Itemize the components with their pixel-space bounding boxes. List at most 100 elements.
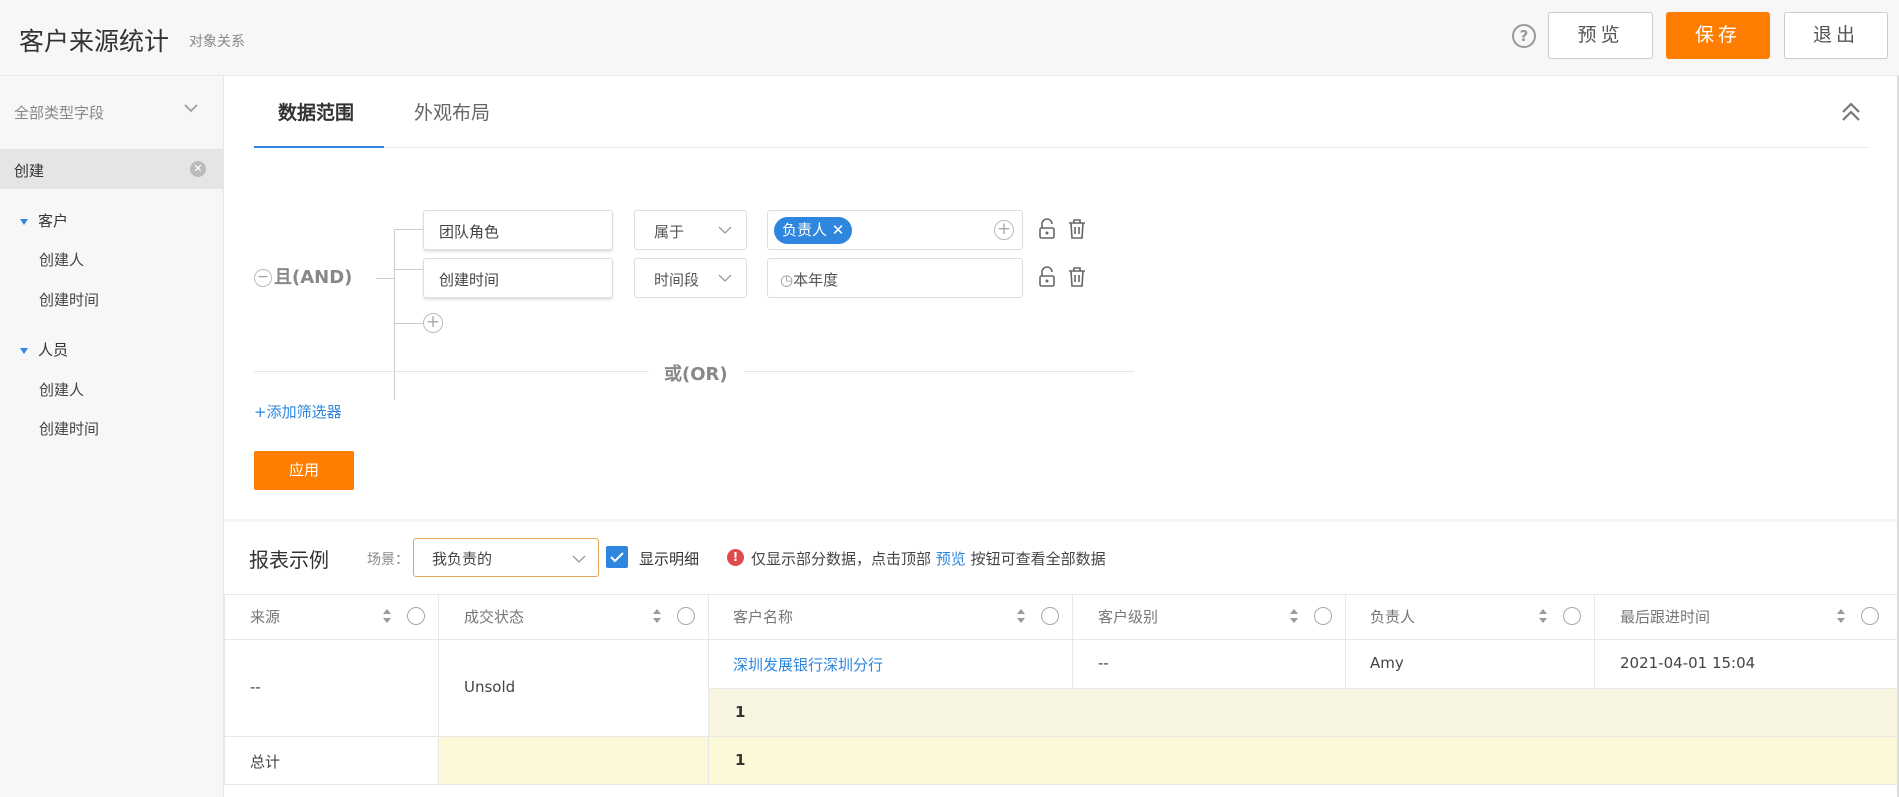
check-icon bbox=[610, 552, 624, 563]
field-sidebar: 全部类型字段 创建 ✕ 客户 创建人 创建时间 人员 创建人 创建时间 bbox=[0, 76, 224, 797]
value-tag: 负责人 ✕ bbox=[774, 217, 853, 244]
scene-select[interactable]: 我负责的 bbox=[413, 538, 599, 577]
sort-icon[interactable] bbox=[1016, 608, 1026, 624]
config-panel: 数据范围 外观布局 − 且(AND) 团队角色 属于 负责人 ✕ + 创建时间 时… bbox=[224, 76, 1899, 519]
column-menu-icon[interactable] bbox=[1563, 607, 1581, 625]
field-item[interactable]: 创建时间 bbox=[39, 418, 99, 439]
column-menu-icon[interactable] bbox=[1861, 607, 1879, 625]
delete-icon[interactable] bbox=[1067, 266, 1087, 288]
and-text: 且(AND) bbox=[274, 267, 353, 288]
column-header-owner[interactable]: 负责人 bbox=[1370, 606, 1415, 627]
grid-line bbox=[708, 688, 1899, 689]
chevron-down-icon bbox=[572, 555, 586, 563]
condition-field-select[interactable]: 团队角色 bbox=[423, 210, 613, 250]
save-button[interactable]: 保存 bbox=[1666, 12, 1770, 59]
group-label: 客户 bbox=[38, 212, 69, 230]
grid-line bbox=[224, 784, 1899, 785]
unlock-icon[interactable] bbox=[1037, 266, 1057, 288]
group-staff[interactable]: 人员 bbox=[20, 339, 68, 360]
sort-icon[interactable] bbox=[652, 608, 662, 624]
sort-icon[interactable] bbox=[1538, 608, 1548, 624]
tab-appearance[interactable]: 外观布局 bbox=[414, 98, 490, 125]
column-menu-icon[interactable] bbox=[407, 607, 425, 625]
clock-icon: ◷ bbox=[780, 271, 794, 289]
condition-field-select[interactable]: 创建时间 bbox=[423, 258, 613, 298]
column-menu-icon[interactable] bbox=[1041, 607, 1059, 625]
total-row-bg bbox=[438, 736, 1899, 784]
subtotal-value: 1 bbox=[735, 703, 746, 721]
condition-value-input[interactable]: 负责人 ✕ + bbox=[767, 210, 1023, 250]
grid-line bbox=[224, 736, 1899, 737]
field-item[interactable]: 创建时间 bbox=[39, 289, 99, 310]
notice-text: 仅显示部分数据，点击顶部 预览 按钮可查看全部数据 bbox=[751, 548, 1106, 569]
collapse-up-icon[interactable] bbox=[1840, 100, 1862, 124]
field-item[interactable]: 创建人 bbox=[39, 249, 84, 270]
group-customer[interactable]: 客户 bbox=[20, 210, 68, 231]
remove-tag-icon[interactable]: ✕ bbox=[832, 221, 845, 239]
active-tab-indicator bbox=[254, 146, 384, 148]
chevron-down-icon[interactable] bbox=[183, 100, 199, 116]
remove-group-icon[interactable]: − bbox=[254, 269, 272, 287]
add-value-icon[interactable]: + bbox=[994, 220, 1014, 240]
condition-operator-select[interactable]: 属于 bbox=[634, 210, 747, 250]
delete-icon[interactable] bbox=[1067, 218, 1087, 240]
operator-value: 属于 bbox=[654, 223, 685, 241]
scene-label: 场景： bbox=[367, 552, 409, 568]
bracket-line bbox=[394, 323, 424, 324]
clear-icon[interactable]: ✕ bbox=[190, 161, 206, 177]
chevron-down-icon bbox=[718, 226, 732, 234]
grid-line bbox=[1072, 594, 1073, 688]
condition-operator-select[interactable]: 时间段 bbox=[634, 258, 747, 298]
exit-button[interactable]: 退出 bbox=[1784, 12, 1888, 59]
cell-customer-link[interactable]: 深圳发展银行深圳分行 bbox=[733, 654, 883, 675]
sort-icon[interactable] bbox=[1289, 608, 1299, 624]
field-search-input[interactable]: 创建 ✕ bbox=[0, 149, 224, 189]
operator-value: 时间段 bbox=[654, 271, 700, 289]
and-group-label: − 且(AND) bbox=[254, 263, 352, 289]
notice-prefix: 仅显示部分数据，点击顶部 bbox=[751, 550, 932, 568]
bracket-line bbox=[376, 278, 394, 279]
preview-button[interactable]: 预览 bbox=[1548, 12, 1653, 59]
column-header-customer[interactable]: 客户名称 bbox=[733, 606, 793, 627]
total-value: 1 bbox=[735, 751, 746, 769]
column-header-source[interactable]: 来源 bbox=[250, 606, 280, 627]
unlock-icon[interactable] bbox=[1037, 218, 1057, 240]
column-header-status[interactable]: 成交状态 bbox=[464, 606, 524, 627]
total-label: 总计 bbox=[250, 753, 281, 771]
time-range-value: 本年度 bbox=[793, 271, 839, 289]
report-preview: 报表示例 场景： 我负责的 显示明细 ! 仅显示部分数据，点击顶部 预览 按钮可… bbox=[224, 522, 1899, 797]
field-type-select[interactable]: 全部类型字段 bbox=[14, 102, 104, 123]
cell-last-follow: 2021-04-01 15:04 bbox=[1620, 654, 1756, 672]
column-header-last-follow[interactable]: 最后跟进时间 bbox=[1620, 606, 1710, 627]
cell-source: -- bbox=[250, 678, 261, 696]
divider bbox=[744, 371, 1134, 372]
grid-line bbox=[438, 594, 439, 784]
column-menu-icon[interactable] bbox=[1314, 607, 1332, 625]
chevron-down-icon bbox=[718, 274, 732, 282]
grid-line bbox=[1345, 594, 1346, 688]
add-condition-icon[interactable]: + bbox=[423, 313, 443, 333]
help-icon[interactable]: ? bbox=[1512, 24, 1536, 48]
show-detail-checkbox[interactable] bbox=[606, 546, 628, 568]
tab-data-range[interactable]: 数据范围 bbox=[278, 98, 354, 125]
condition-value-input[interactable]: ◷本年度 bbox=[767, 258, 1023, 298]
subtotal-row-bg bbox=[708, 688, 1899, 736]
grid-line bbox=[708, 594, 709, 784]
grid-line bbox=[224, 639, 1899, 640]
tab-bar: 数据范围 外观布局 bbox=[254, 76, 1869, 148]
column-menu-icon[interactable] bbox=[677, 607, 695, 625]
cell-owner: Amy bbox=[1370, 654, 1404, 672]
apply-button[interactable]: 应用 bbox=[254, 451, 354, 490]
caret-down-icon bbox=[20, 347, 28, 354]
cell-level: -- bbox=[1098, 654, 1109, 672]
sort-icon[interactable] bbox=[382, 608, 392, 624]
caret-down-icon bbox=[20, 218, 28, 225]
field-item[interactable]: 创建人 bbox=[39, 379, 84, 400]
tag-label: 负责人 bbox=[782, 221, 828, 239]
notice-preview-link[interactable]: 预览 bbox=[936, 550, 966, 568]
bracket-line bbox=[394, 229, 424, 230]
column-header-level[interactable]: 客户级别 bbox=[1098, 606, 1158, 627]
sort-icon[interactable] bbox=[1836, 608, 1846, 624]
add-filter-link[interactable]: +添加筛选器 bbox=[254, 401, 342, 422]
bracket-line bbox=[394, 230, 395, 400]
